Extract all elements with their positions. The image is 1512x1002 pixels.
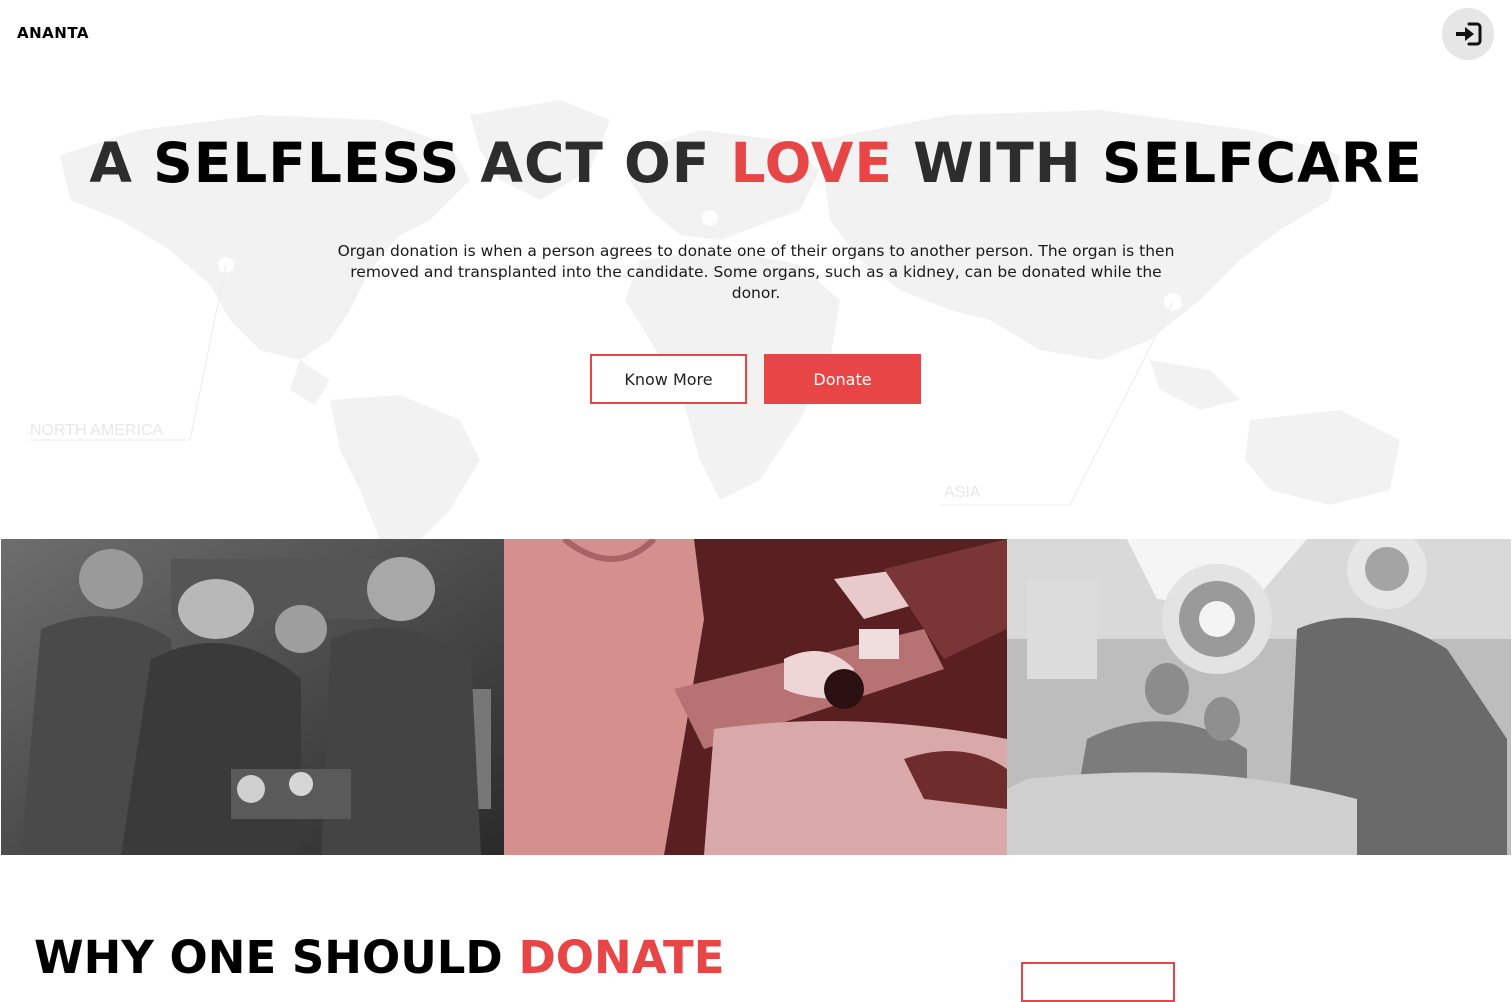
top-header: ANANTA	[0, 0, 1512, 70]
hero-section: A SELFLESS ACT OF LOVE WITH SELFCARE Org…	[0, 0, 1512, 540]
why-title-black: WHY ONE SHOULD	[34, 931, 503, 984]
hero-title-word-5: WITH	[913, 131, 1082, 195]
hero-title-word-2: SELFLESS	[153, 131, 461, 195]
hero-title-word-1: A	[89, 131, 133, 195]
blood-donation-photo	[504, 539, 1007, 855]
hero-description: Organ donation is when a person agrees t…	[337, 242, 1175, 302]
login-button[interactable]	[1442, 8, 1494, 60]
hero-title-word-3: ACT OF	[480, 131, 711, 195]
photo-strip	[1, 539, 1511, 855]
brand-logo-text[interactable]: ANANTA	[17, 24, 89, 42]
hero-title-word-6: SELFCARE	[1102, 131, 1423, 195]
hero-title-highlight: LOVE	[730, 131, 893, 195]
why-donate-title: WHY ONE SHOULD DONATE	[34, 930, 724, 986]
operating-room-photo	[1007, 539, 1511, 855]
hero-title: A SELFLESS ACT OF LOVE WITH SELFCARE	[0, 128, 1512, 198]
know-more-button[interactable]: Know More	[590, 354, 747, 404]
why-section-button[interactable]	[1021, 962, 1175, 1002]
why-title-red: DONATE	[518, 931, 725, 984]
sign-in-icon	[1456, 22, 1482, 46]
donate-button[interactable]: Donate	[764, 354, 921, 404]
surgery-team-photo	[1, 539, 504, 855]
